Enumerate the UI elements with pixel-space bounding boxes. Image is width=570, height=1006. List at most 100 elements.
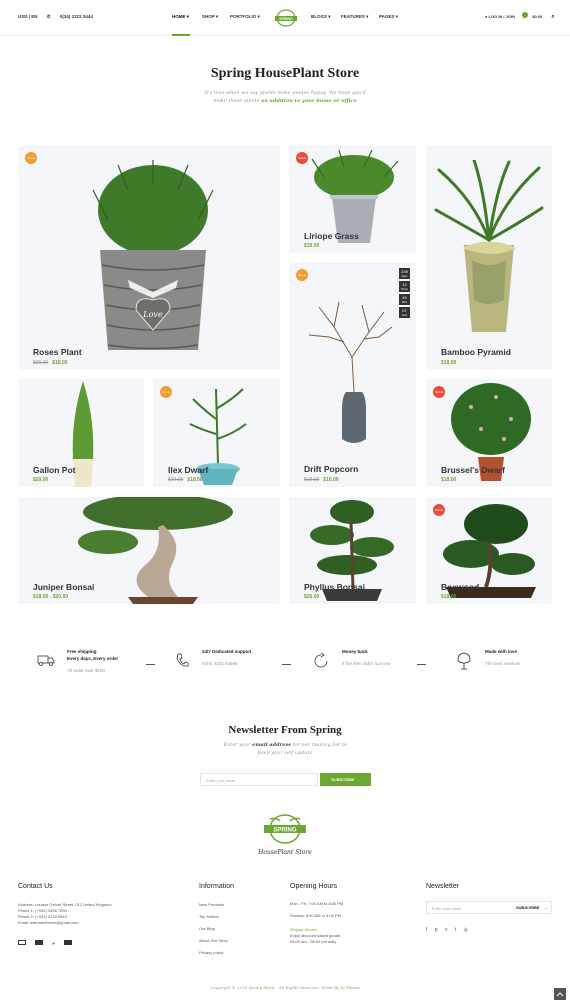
footer-link[interactable]: Our Blog <box>199 923 228 935</box>
product-price: $18.00 - $20.00 <box>33 594 69 600</box>
product-image: Love <box>92 160 214 350</box>
refresh-icon <box>314 652 328 668</box>
arrow-right-icon: → <box>355 777 360 782</box>
page-title: Spring HousePlant Store <box>210 66 360 81</box>
pinterest-icon[interactable]: p <box>435 927 438 933</box>
product-name[interactable]: Drift Popcorn <box>304 464 358 474</box>
footer-logo: SPRING <box>264 814 306 844</box>
visa-icon <box>35 940 44 945</box>
product-price: $20.00 <box>33 477 49 483</box>
instagram-icon[interactable]: ◎ <box>464 927 468 933</box>
feature-money-back: Money back If the item didn't suit you <box>342 649 391 666</box>
nav-features[interactable]: FEATURES ▾ <box>341 14 368 20</box>
product-price: $18.00 <box>441 594 457 600</box>
product-name[interactable]: Brussel's Dwarf <box>441 465 505 475</box>
feature-divider <box>146 664 155 665</box>
footer-subscribe-button[interactable]: SUBSCRIBE → <box>516 905 548 910</box>
newsletter-email-input[interactable]: Enter your email <box>200 773 318 786</box>
sale-badge: SALE <box>433 386 445 398</box>
product-card[interactable]: SALE Love Roses Plant $20.00 $18.00 <box>18 145 280 370</box>
footer-info-title: Information <box>199 883 235 890</box>
footer-link[interactable]: Privacy policy <box>199 947 228 959</box>
nav-active-underline <box>172 34 190 36</box>
cart-count-badge <box>522 12 528 18</box>
arrow-right-icon: → <box>543 905 548 910</box>
product-name[interactable]: Roses Plant <box>33 347 82 357</box>
nav-portfolio[interactable]: PORTFOLIO ▾ <box>230 14 260 20</box>
product-price: $18.00 $16.00 <box>304 477 339 483</box>
product-card[interactable]: Bamboo Pyramid $18.00 <box>426 145 552 370</box>
product-card[interactable]: SALE Boxwood $18.00 <box>426 497 552 604</box>
bank-card-icon <box>64 940 73 945</box>
footer-info-links: New Products Top Sellers Our Blog About … <box>199 899 228 959</box>
nav-home[interactable]: HOME ▾ <box>172 14 189 20</box>
footer-link[interactable]: New Products <box>199 899 228 911</box>
phone-icon <box>176 653 189 667</box>
product-name[interactable]: Bamboo Pyramid <box>441 347 511 357</box>
footer-hours: Mon - Fri: 7:00 AM to 8:00 PM Sunday: 8:… <box>290 901 344 944</box>
chevron-up-icon <box>556 992 564 997</box>
nav-pages[interactable]: PAGES ▾ <box>379 14 398 20</box>
newsletter-subscribe-button[interactable]: SUBSCRIBE → <box>320 773 371 786</box>
social-icons: f p v t ◎ <box>426 927 468 933</box>
countdown-hours: 12 Hours <box>399 281 410 292</box>
truck-icon <box>37 655 55 666</box>
header-phone: 0(34) 2322 3444 <box>59 14 93 19</box>
tree-icon <box>457 652 471 670</box>
svg-text:Love: Love <box>142 310 163 319</box>
product-card[interactable]: SALE Ilex Dwarf $20.00 $18.00 <box>153 379 280 487</box>
product-card[interactable]: Phyllus Bonsai $20.00 <box>289 497 416 604</box>
countdown-secs: 07 Secs <box>399 307 410 318</box>
product-price: $20.00 $18.00 <box>168 477 203 483</box>
product-name[interactable]: Liriope Grass <box>304 231 359 241</box>
feature-divider <box>282 664 291 665</box>
nav-shop[interactable]: SHOP ▾ <box>202 14 218 20</box>
feature-made-with-love: Made with love The best services <box>485 649 521 666</box>
site-header: USD | EN ✆ 0(34) 2322 3444 HOME ▾ SHOP ▾… <box>0 0 570 36</box>
feature-shipping: Free shipping Every days, Every order Al… <box>67 649 119 673</box>
product-name[interactable]: Boxwood <box>441 582 479 592</box>
product-name[interactable]: Gallon Pot <box>33 465 76 475</box>
product-image <box>78 497 233 604</box>
spring-logo[interactable]: SPRING <box>273 9 299 27</box>
nav-blogs[interactable]: BLOGS ▾ <box>311 14 331 20</box>
product-price: $18.00 <box>441 360 457 366</box>
feature-divider <box>417 664 426 665</box>
product-card[interactable]: SALE Brussel's Dwarf $18.00 <box>426 379 552 487</box>
payment-icons: P <box>18 940 73 947</box>
login-link[interactable]: LOG IN / JOIN <box>489 14 515 19</box>
svg-text:SPRING: SPRING <box>279 17 293 21</box>
product-name[interactable]: Phyllus Bonsai <box>304 582 365 592</box>
sale-badge: SALE <box>160 386 172 398</box>
newsletter-title: Newsletter From Spring <box>228 724 342 736</box>
product-price: $19.00 <box>304 243 320 249</box>
cart-total[interactable]: $0.00 <box>532 14 542 19</box>
vimeo-icon[interactable]: v <box>445 927 448 933</box>
header-left: USD | EN ✆ 0(34) 2322 3444 <box>18 14 101 20</box>
paypal-icon: P <box>52 941 55 946</box>
currency-language-select[interactable]: USD | EN <box>18 14 38 19</box>
product-price: $18.00 <box>441 477 457 483</box>
product-card[interactable]: SALE Liriope Grass $19.00 <box>289 145 416 253</box>
product-price: $20.00 $18.00 <box>33 360 68 366</box>
newsletter-subtitle: Enter your email address for our mailing… <box>223 742 347 756</box>
footer-link[interactable]: About Our Shop <box>199 935 228 947</box>
footer-link[interactable]: Top Sellers <box>199 911 228 923</box>
footer-contact-info: Address: London Oxford Street, 012 Unite… <box>18 902 113 925</box>
search-icon[interactable]: ⌕ <box>551 14 554 20</box>
footer-contact-title: Contact Us <box>18 883 53 890</box>
facebook-icon[interactable]: f <box>426 927 427 933</box>
back-to-top-button[interactable] <box>554 988 566 1000</box>
product-name[interactable]: Ilex Dwarf <box>168 465 208 475</box>
product-card[interactable]: SALE 239 Days 12 Hours 49 Mins 07 Secs Drift… <box>289 262 416 487</box>
tumblr-icon[interactable]: t <box>455 927 456 933</box>
footer-newsletter-title: Newsletter <box>426 883 460 890</box>
product-price: $20.00 <box>304 594 320 600</box>
product-card[interactable]: Juniper Bonsai $18.00 - $20.00 <box>18 497 280 604</box>
page-subtitle: It's true when we say plants make people… <box>204 90 366 104</box>
sale-badge: SALE <box>296 269 308 281</box>
svg-text:SPRING: SPRING <box>273 828 296 834</box>
credit-card-icon <box>18 940 26 945</box>
product-card[interactable]: Gallon Pot $20.00 <box>18 379 144 487</box>
product-name[interactable]: Juniper Bonsai <box>33 582 94 592</box>
